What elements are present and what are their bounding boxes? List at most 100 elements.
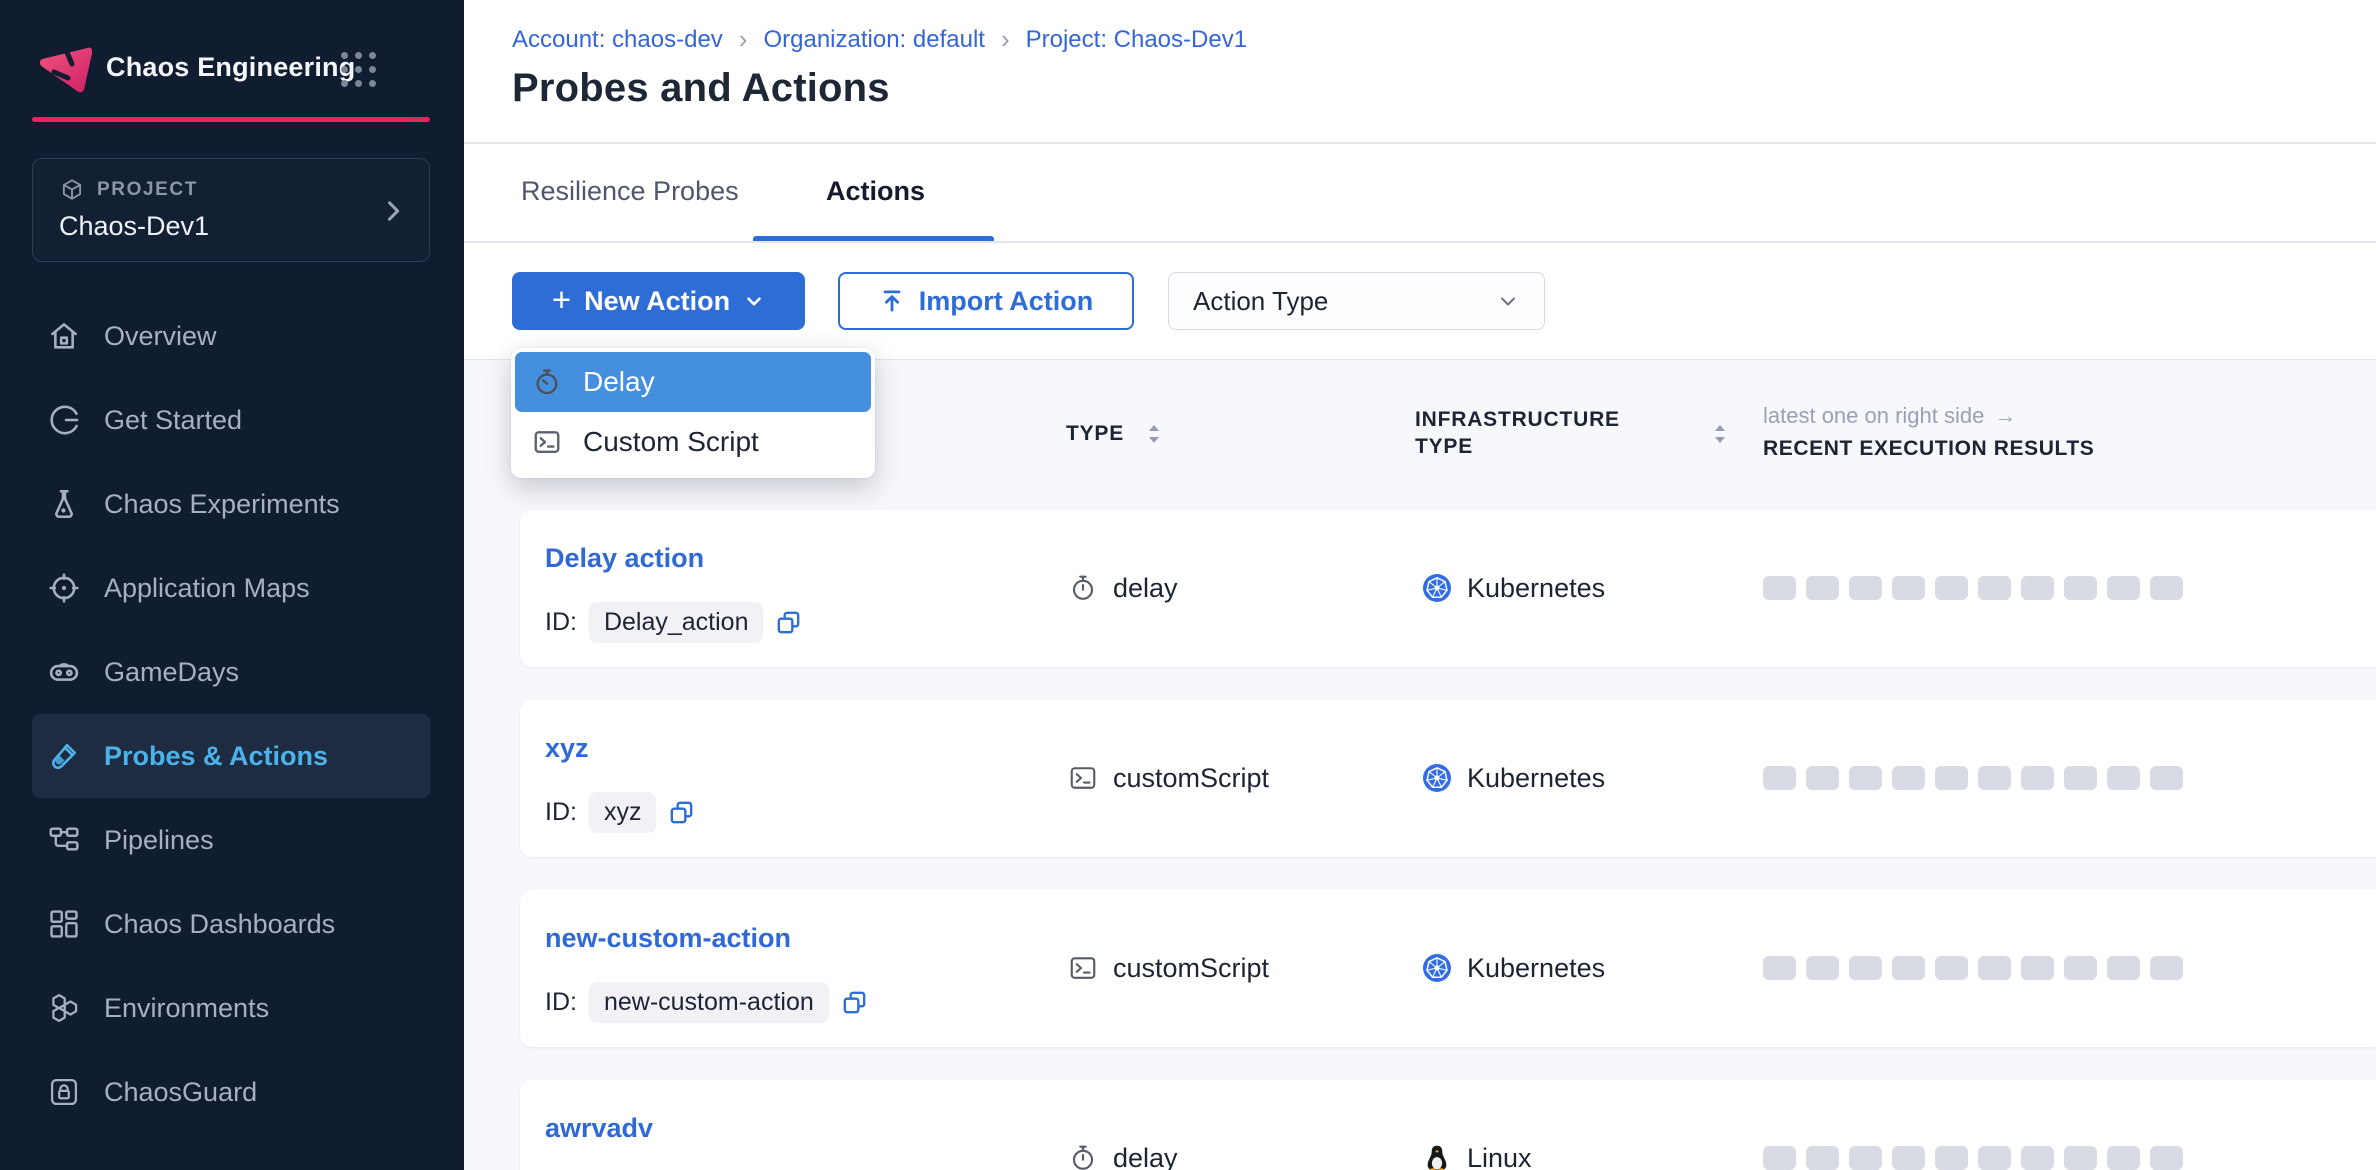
brand-divider xyxy=(32,117,430,122)
column-header-recent-execution-results: RECENT EXECUTION RESULTS xyxy=(1763,437,2094,461)
progress-circle-icon xyxy=(46,402,82,438)
chevron-down-icon xyxy=(1496,289,1520,313)
terminal-icon xyxy=(1068,953,1098,983)
table-row: new-custom-action ID: new-custom-action … xyxy=(520,890,2376,1047)
plus-icon: + xyxy=(552,281,571,319)
action-type-cell: delay xyxy=(1068,1140,1178,1170)
header-divider xyxy=(464,142,2376,144)
chevron-right-icon xyxy=(379,197,407,225)
action-type-cell: customScript xyxy=(1068,950,1269,986)
stopwatch-icon xyxy=(1068,573,1098,603)
infrastructure-cell: Kubernetes xyxy=(1422,950,1605,986)
infrastructure-cell: Linux xyxy=(1422,1140,1532,1170)
test-tube-icon xyxy=(46,738,82,774)
sort-icon[interactable] xyxy=(1146,421,1162,447)
column-header-infrastructure-type[interactable]: INFRASTRUCTURE TYPE xyxy=(1415,406,1620,460)
table-row: Delay action ID: Delay_action delay xyxy=(520,510,2376,667)
cube-icon xyxy=(59,177,85,203)
menu-item-custom-script[interactable]: Custom Script xyxy=(515,412,871,472)
sort-icon[interactable] xyxy=(1712,421,1728,447)
app-switcher-grid-icon[interactable] xyxy=(341,52,376,87)
tab-actions[interactable]: Actions xyxy=(826,176,925,207)
tab-resilience-probes[interactable]: Resilience Probes xyxy=(521,176,739,207)
sidebar-item-pipelines[interactable]: Pipelines xyxy=(32,798,430,882)
action-name-link[interactable]: xyz xyxy=(545,733,589,764)
sidebar-item-label: Chaos Experiments xyxy=(104,489,340,520)
action-name-link[interactable]: awrvadv xyxy=(545,1113,653,1144)
stopwatch-icon xyxy=(1068,1143,1098,1170)
linux-icon xyxy=(1422,1143,1452,1170)
breadcrumb-account[interactable]: Account: chaos-dev xyxy=(512,26,723,54)
sidebar-item-label: Pipelines xyxy=(104,825,214,856)
pipeline-nodes-icon xyxy=(46,822,82,858)
tabs-divider xyxy=(464,241,2376,243)
breadcrumb-separator: › xyxy=(739,24,748,55)
recent-execution-results xyxy=(1763,956,2183,980)
terminal-icon xyxy=(1068,763,1098,793)
project-selector[interactable]: PROJECT Chaos-Dev1 xyxy=(32,158,430,262)
copy-icon[interactable] xyxy=(668,799,695,826)
sidebar-item-chaos-experiments[interactable]: Chaos Experiments xyxy=(32,462,430,546)
page-title: Probes and Actions xyxy=(512,66,890,111)
sidebar: Chaos Engineering PROJECT Chaos-Dev1 xyxy=(0,0,464,1170)
recent-execution-results xyxy=(1763,1146,2183,1170)
home-icon xyxy=(46,318,82,354)
copy-icon[interactable] xyxy=(841,989,868,1016)
project-label: PROJECT xyxy=(97,179,198,201)
chevron-down-icon xyxy=(743,290,765,312)
sidebar-item-gamedays[interactable]: GameDays xyxy=(32,630,430,714)
stopwatch-icon xyxy=(531,366,563,398)
sidebar-item-chaosguard[interactable]: ChaosGuard xyxy=(32,1050,430,1134)
dashboard-grid-icon xyxy=(46,906,82,942)
terminal-icon xyxy=(531,426,563,458)
action-id-value: Delay_action xyxy=(589,602,764,643)
recent-execution-results xyxy=(1763,576,2183,600)
breadcrumb-project[interactable]: Project: Chaos-Dev1 xyxy=(1026,26,1247,54)
upload-icon xyxy=(879,288,905,314)
sidebar-item-label: Application Maps xyxy=(104,573,310,604)
sidebar-item-label: Get Started xyxy=(104,405,242,436)
sidebar-item-overview[interactable]: Overview xyxy=(32,294,430,378)
new-action-button[interactable]: + New Action xyxy=(512,272,805,330)
action-id-line: ID: xyz xyxy=(545,792,695,833)
app-header: Chaos Engineering xyxy=(36,38,428,96)
kubernetes-icon xyxy=(1422,953,1452,983)
arrow-right-icon: → xyxy=(1994,403,2016,429)
flask-icon xyxy=(46,486,82,522)
sidebar-item-environments[interactable]: Environments xyxy=(32,966,430,1050)
copy-icon[interactable] xyxy=(775,609,802,636)
column-header-type[interactable]: TYPE xyxy=(1066,421,1162,447)
kubernetes-icon xyxy=(1422,763,1452,793)
action-type-cell: delay xyxy=(1068,570,1178,606)
new-action-menu: Delay Custom Script xyxy=(511,348,875,478)
sidebar-item-chaos-dashboards[interactable]: Chaos Dashboards xyxy=(32,882,430,966)
sidebar-item-label: Overview xyxy=(104,321,217,352)
lock-icon xyxy=(46,1074,82,1110)
table-row: awrvadv delay Linux xyxy=(520,1080,2376,1170)
sidebar-item-label: Chaos Dashboards xyxy=(104,909,335,940)
kubernetes-icon xyxy=(1422,573,1452,603)
harness-logo-icon xyxy=(36,38,92,96)
action-id-line: ID: new-custom-action xyxy=(545,982,868,1023)
action-name-link[interactable]: Delay action xyxy=(545,543,704,574)
breadcrumb-separator: › xyxy=(1001,24,1010,55)
app-title: Chaos Engineering xyxy=(106,52,355,83)
sidebar-item-get-started[interactable]: Get Started xyxy=(32,378,430,462)
action-type-cell: customScript xyxy=(1068,760,1269,796)
sidebar-item-label: Environments xyxy=(104,993,269,1024)
infrastructure-cell: Kubernetes xyxy=(1422,760,1605,796)
action-type-placeholder: Action Type xyxy=(1193,286,1328,317)
recent-execution-results xyxy=(1763,766,2183,790)
sidebar-item-probes-actions[interactable]: Probes & Actions xyxy=(32,714,430,798)
sidebar-item-application-maps[interactable]: Application Maps xyxy=(32,546,430,630)
action-id-value: xyz xyxy=(589,792,657,833)
menu-item-delay[interactable]: Delay xyxy=(515,352,871,412)
breadcrumb-organization[interactable]: Organization: default xyxy=(763,26,984,54)
action-type-select[interactable]: Action Type xyxy=(1168,272,1545,330)
breadcrumb: Account: chaos-dev › Organization: defau… xyxy=(512,24,1247,55)
import-action-button[interactable]: Import Action xyxy=(838,272,1134,330)
hexagons-icon xyxy=(46,990,82,1026)
sidebar-item-label: ChaosGuard xyxy=(104,1077,257,1108)
action-name-link[interactable]: new-custom-action xyxy=(545,923,791,954)
sidebar-item-label: GameDays xyxy=(104,657,239,688)
